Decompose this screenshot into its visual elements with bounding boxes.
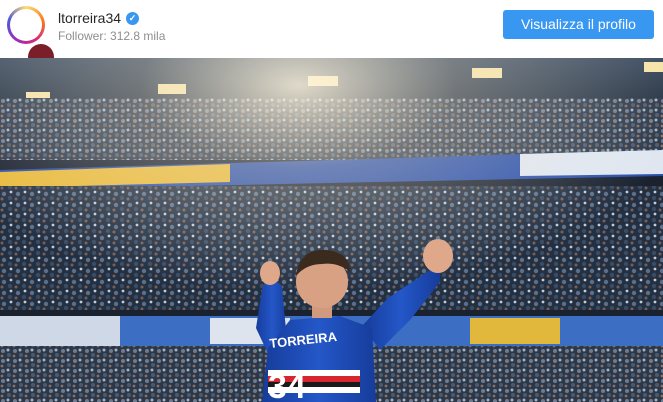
player-right-fist <box>423 239 453 273</box>
view-profile-button[interactable]: Visualizza il profilo <box>503 10 654 39</box>
avatar[interactable] <box>7 6 45 44</box>
jersey-number: 34 <box>268 368 306 402</box>
player-left-fist <box>260 261 280 285</box>
stadium-scene: TORREIRA 34 <box>0 58 663 402</box>
username-link[interactable]: ltorreira34 <box>58 10 121 26</box>
profile-header: ltorreira34 ✓ Follower: 312.8 mila Visua… <box>0 0 663 58</box>
post-photo[interactable]: TORREIRA 34 <box>0 58 663 402</box>
verified-badge-icon: ✓ <box>126 11 140 25</box>
follower-count: Follower: 312.8 mila <box>58 29 166 43</box>
avatar-shadow <box>28 44 54 58</box>
avatar-image <box>10 9 42 41</box>
username-row: ltorreira34 ✓ <box>58 10 140 26</box>
